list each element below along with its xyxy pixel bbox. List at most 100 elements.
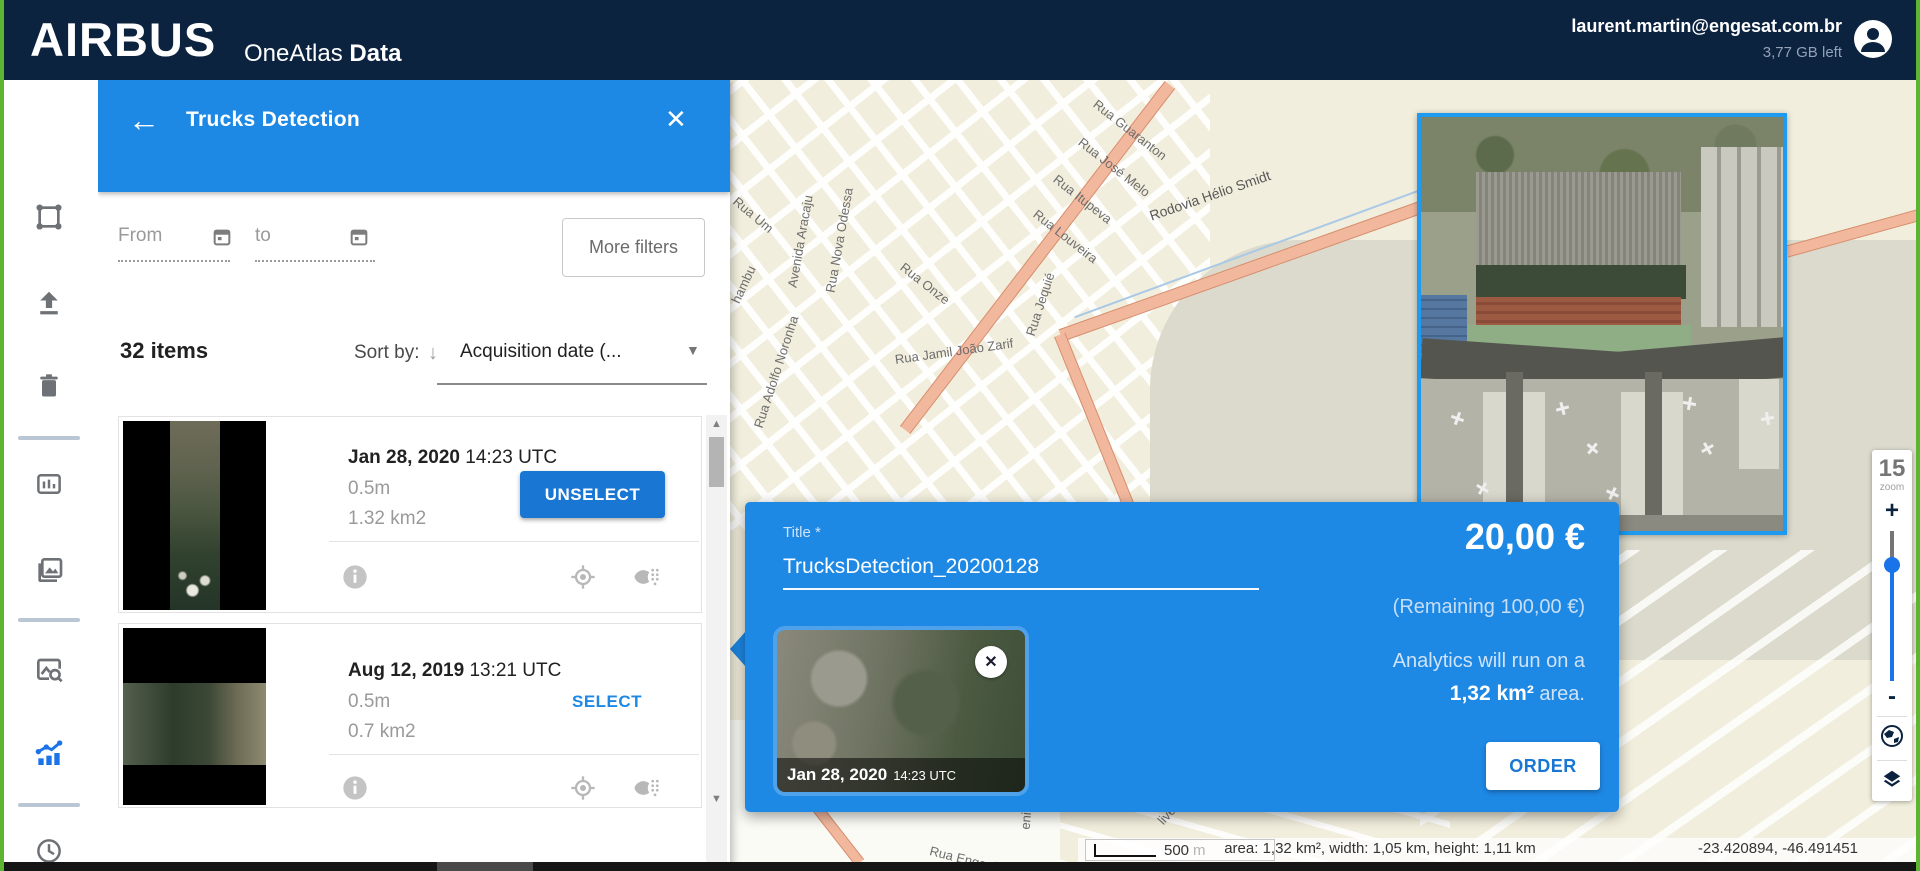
scene-area: 1.32 km2 [348, 508, 426, 530]
bottom-scroll-segment [437, 862, 533, 871]
sat-pier [1506, 372, 1523, 517]
zoom-level: 15 [1879, 456, 1906, 482]
upload-icon[interactable] [31, 285, 67, 321]
trucks-detection-panel: ← Trucks Detection ✕ From to More filter… [98, 80, 730, 871]
scene-area: 0.7 km2 [348, 721, 416, 743]
order-scene-thumbnail: Jan 28, 2020 14:23 UTC ✕ [777, 630, 1025, 792]
info-icon[interactable] [341, 563, 369, 596]
order-title-input[interactable] [783, 546, 1259, 590]
back-arrow-icon[interactable]: ← [128, 102, 160, 139]
scene-resolution: 0.5m [348, 691, 390, 713]
preview-eye-dots-icon[interactable] [631, 774, 663, 807]
close-icon[interactable]: ✕ [665, 104, 687, 135]
order-dialog: Title * 20,00 € (Remaining 100,00 €) Ana… [745, 502, 1619, 812]
zoom-out-button[interactable]: - [1888, 685, 1896, 709]
map-canvas[interactable]: Rua Guaranton Rua José Melo Rua Itupeva … [730, 80, 1920, 871]
card-divider [329, 754, 699, 755]
sat-pier [1645, 372, 1662, 517]
order-thumb-time: 14:23 UTC [893, 768, 956, 783]
controls-divider [1877, 760, 1907, 761]
calendar-icon[interactable] [211, 226, 233, 253]
user-email: laurent.martin@engesat.com.br [1571, 16, 1842, 37]
sat-buildings [1701, 147, 1787, 327]
product-name-bold: Data [349, 40, 401, 67]
scrollbar-thumb[interactable] [709, 437, 724, 487]
layers-icon[interactable] [1881, 768, 1903, 795]
scale-line [1094, 844, 1156, 857]
sort-select[interactable]: Acquisition date (... [460, 341, 622, 363]
remaining-balance: (Remaining 100,00 €) [1393, 596, 1585, 619]
slider-track-lower [1890, 571, 1894, 681]
sort-underline [437, 383, 707, 385]
title-field-label: Title * [783, 524, 821, 541]
scene-date-bold: Jan 28, 2020 [348, 447, 460, 468]
zoom-in-button[interactable]: + [1885, 499, 1899, 523]
select-button[interactable]: SELECT [572, 692, 642, 712]
analytics-trending-icon[interactable] [31, 735, 67, 771]
analytics-note-line2: 1,32 km² area. [1450, 682, 1585, 706]
zoom-slider[interactable] [1884, 531, 1900, 681]
aoi-metrics: area: 1,32 km², width: 1,05 km, height: … [1160, 840, 1600, 857]
sat-trees [1476, 265, 1686, 299]
unselect-button[interactable]: UNSELECT [520, 471, 665, 518]
trash-icon[interactable] [31, 368, 67, 404]
person-icon [1854, 20, 1892, 58]
locate-target-icon[interactable] [569, 563, 597, 596]
draw-area-icon[interactable] [31, 199, 67, 235]
items-count: 32 items [120, 338, 208, 364]
controls-divider [1877, 716, 1907, 717]
toolbar-divider [18, 618, 80, 622]
top-bar: AIRBUS OneAtlas Data laurent.martin@enge… [0, 0, 1920, 80]
image-search-icon[interactable] [31, 652, 67, 688]
scene-thumbnail [123, 421, 266, 610]
cursor-coordinates: -23.420894, -46.491451 [1698, 840, 1858, 857]
chart-board-icon[interactable] [31, 466, 67, 502]
account-avatar[interactable] [1854, 20, 1892, 58]
sort-direction-icon[interactable]: ↓ [428, 342, 438, 365]
toolbar-divider [18, 436, 80, 440]
zoom-caption: zoom [1880, 482, 1904, 493]
more-filters-button[interactable]: More filters [562, 218, 705, 277]
scene-time: 13:21 UTC [469, 660, 561, 681]
sort-by-label: Sort by: [354, 342, 419, 364]
remove-scene-icon[interactable]: ✕ [975, 646, 1007, 678]
analytics-area-value: 1,32 km² [1450, 682, 1534, 705]
result-card[interactable]: Jan 28, 2020 14:23 UTC 0.5m 1.32 km2 UNS… [118, 416, 702, 613]
scene-thumbnail [123, 628, 266, 805]
sat-parking-lot [1476, 172, 1681, 267]
scene-date-bold: Aug 12, 2019 [348, 660, 464, 681]
screen-border-right [1916, 0, 1920, 871]
scroll-up-icon[interactable]: ▲ [706, 418, 727, 430]
scroll-down-icon[interactable]: ▼ [706, 793, 727, 805]
locate-target-icon[interactable] [569, 774, 597, 807]
result-card[interactable]: Aug 12, 2019 13:21 UTC 0.5m 0.7 km2 SELE… [118, 623, 702, 808]
preview-eye-dots-icon[interactable] [631, 563, 663, 596]
calendar-icon[interactable] [348, 226, 370, 253]
screen-border-left [0, 0, 4, 871]
chevron-down-icon[interactable]: ▼ [686, 342, 700, 358]
globe-icon[interactable] [1880, 724, 1904, 753]
info-icon[interactable] [341, 774, 369, 807]
airbus-logo: AIRBUS [30, 12, 216, 67]
order-button[interactable]: ORDER [1486, 742, 1600, 790]
selected-image-preview[interactable] [1417, 113, 1787, 535]
sat-stand [1739, 379, 1779, 469]
scene-time: 14:23 UTC [465, 447, 557, 468]
card-divider [329, 541, 699, 542]
product-title: OneAtlas Data [244, 40, 401, 68]
product-name: OneAtlas [244, 40, 349, 67]
scene-date: Aug 12, 2019 13:21 UTC [348, 660, 561, 682]
app-window: AIRBUS OneAtlas Data laurent.martin@enge… [0, 0, 1920, 871]
order-thumb-caption: Jan 28, 2020 14:23 UTC [777, 758, 1025, 792]
analytics-area-suffix: area. [1534, 683, 1585, 705]
window-bottom-strip [0, 862, 1920, 871]
scene-resolution: 0.5m [348, 478, 390, 500]
map-zoom-controls: 15 zoom + - [1872, 450, 1912, 801]
toolbar-divider [18, 803, 80, 807]
panel-header: ← Trucks Detection ✕ [98, 80, 730, 192]
slider-handle[interactable] [1884, 557, 1900, 573]
left-toolbar [0, 80, 98, 871]
order-thumb-date: Jan 28, 2020 [787, 765, 887, 785]
storage-left: 3,77 GB left [1763, 44, 1842, 61]
image-library-icon[interactable] [31, 552, 67, 588]
